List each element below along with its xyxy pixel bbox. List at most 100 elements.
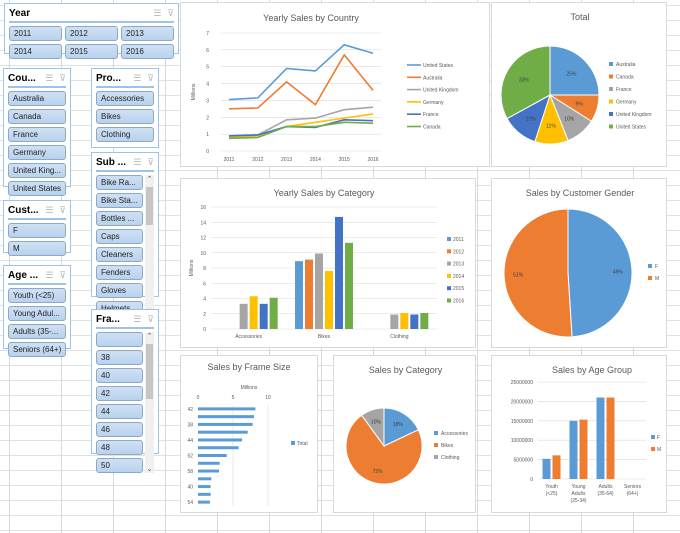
slicer-item[interactable]: Germany	[8, 145, 66, 160]
frame-items: 38 40 42 44 46 48 50	[96, 332, 143, 473]
legend-swatch	[609, 74, 613, 79]
slicer-item[interactable]: Cleaners	[96, 247, 143, 262]
legend-label: France	[616, 87, 632, 93]
data-label: 10%	[564, 116, 575, 122]
slicer-item[interactable]: United King...	[8, 163, 66, 178]
chart-total[interactable]: Total 25% Australia 9% Canada 10% France 11% Ger…	[491, 2, 667, 167]
slicer-item[interactable]: M	[8, 241, 66, 256]
legend-label: Total	[297, 441, 308, 447]
scrollbar[interactable]: ⌃ ⌄	[145, 332, 154, 473]
clear-filter-icon[interactable]: ⊽	[147, 157, 154, 168]
slicer-title: Age ...	[8, 270, 39, 281]
multi-select-icon[interactable]: ☰	[45, 73, 53, 84]
multi-select-icon[interactable]: ☰	[133, 73, 141, 84]
slicer-item[interactable]: Bike Sta...	[96, 193, 143, 208]
slicer-item[interactable]: Gloves	[96, 283, 143, 298]
legend-label: M	[657, 447, 661, 453]
slicer-item[interactable]: Bottles ...	[96, 211, 143, 226]
bar	[410, 314, 419, 329]
chart-title: Sales by Category	[369, 365, 443, 375]
bar	[420, 312, 429, 329]
slicer-item[interactable]: Seniors (64+)	[8, 342, 66, 357]
scrollbar[interactable]: ⌃ ⌄	[145, 175, 154, 316]
slicer-item[interactable]: 48	[96, 440, 143, 455]
legend-swatch	[434, 443, 438, 447]
slicer-item[interactable]: 38	[96, 350, 143, 365]
multi-select-icon[interactable]: ☰	[45, 205, 53, 216]
y-tick-label: 10	[200, 251, 206, 257]
bar	[259, 303, 268, 329]
slicer-item[interactable]: Young Adul...	[8, 306, 66, 321]
frame-slicer: Fra... ☰ ⊽ 38 40 42 44 46 48 50 ⌃ ⌄	[91, 309, 159, 473]
bar	[542, 458, 551, 479]
x-tick-label: (64+)	[627, 491, 639, 497]
scroll-up-icon[interactable]: ⌃	[147, 175, 153, 183]
slicer-item[interactable]: 50	[96, 458, 143, 473]
chart-sales-by-frame-size[interactable]: Sales by Frame Size Millions 0 5 10 42 38 44 62 5…	[180, 355, 318, 513]
multi-select-icon[interactable]: ☰	[153, 8, 161, 19]
chart-sales-by-category[interactable]: Sales by Category 18% Accessories 72% Bikes 1…	[333, 355, 476, 513]
slicer-item[interactable]: 42	[96, 386, 143, 401]
bar	[552, 455, 561, 479]
slicer-item[interactable]: Clothing	[96, 127, 154, 142]
clear-filter-icon[interactable]: ⊽	[167, 8, 174, 19]
slicer-item[interactable]: 2011	[9, 26, 62, 41]
slicer-header: Age ... ☰ ⊽	[8, 268, 66, 285]
slicer-header: Sub ... ☰ ⊽	[96, 155, 154, 172]
chart-sales-by-customer-gender[interactable]: Sales by Customer Gender 49% F 51% M	[491, 178, 667, 348]
legend-label: France	[423, 112, 439, 118]
chart-sales-by-age-group[interactable]: Sales by Age Group 0 5000000 10000000 150000…	[491, 355, 667, 513]
chart-yearly-sales-by-country[interactable]: Yearly Sales by Country Millions 0 1 2 3 4 5 6 7 2…	[180, 2, 490, 167]
scroll-thumb[interactable]	[146, 187, 153, 225]
slicer-item[interactable]: 46	[96, 422, 143, 437]
multi-select-icon[interactable]: ☰	[133, 314, 141, 325]
slicer-item[interactable]: Canada	[8, 109, 66, 124]
slicer-item[interactable]: 2014	[9, 44, 62, 59]
y-tick-label: 62	[187, 454, 193, 460]
bar	[198, 469, 219, 473]
slicer-item[interactable]: 2013	[121, 26, 174, 41]
bar	[325, 271, 333, 329]
legend-swatch	[434, 455, 438, 459]
bar	[198, 446, 239, 450]
legend-label: Canada	[616, 75, 634, 81]
scroll-thumb[interactable]	[146, 344, 153, 399]
slicer-item[interactable]: 2012	[65, 26, 118, 41]
clear-filter-icon[interactable]: ⊽	[59, 73, 66, 84]
y-tick-label: 5000000	[514, 458, 534, 464]
slicer-item[interactable]: United States	[8, 181, 66, 196]
slicer-item[interactable]: Bike Ra...	[96, 175, 143, 190]
country-slicer: Cou... ☰ ⊽ Australia Canada France German…	[3, 68, 71, 196]
y-axis-label: Millions	[189, 259, 195, 276]
clear-filter-icon[interactable]: ⊽	[147, 73, 154, 84]
slicer-item[interactable]: 2016	[121, 44, 174, 59]
scroll-down-icon[interactable]: ⌄	[147, 465, 153, 473]
slicer-item[interactable]	[96, 332, 143, 347]
y-tick-label: 2	[206, 115, 209, 121]
legend-label: United States	[616, 125, 647, 131]
slicer-item[interactable]: Bikes	[96, 109, 154, 124]
scroll-up-icon[interactable]: ⌃	[147, 332, 153, 340]
chart-yearly-sales-by-category[interactable]: Yearly Sales by Category Millions 0 2 4 6 8 10 1…	[180, 178, 476, 348]
slicer-item[interactable]: Australia	[8, 91, 66, 106]
legend-swatch	[434, 431, 438, 435]
slicer-item[interactable]: 2015	[65, 44, 118, 59]
slicer-item[interactable]: 40	[96, 368, 143, 383]
bar	[198, 407, 256, 411]
multi-select-icon[interactable]: ☰	[45, 270, 53, 281]
slicer-item[interactable]: Caps	[96, 229, 143, 244]
slicer-item[interactable]: Accessories	[96, 91, 154, 106]
legend-swatch	[651, 447, 655, 451]
multi-select-icon[interactable]: ☰	[133, 157, 141, 168]
slicer-header: Fra... ☰ ⊽	[96, 312, 154, 329]
bar	[198, 477, 212, 481]
slicer-item[interactable]: Youth (<25)	[8, 288, 66, 303]
slicer-item[interactable]: F	[8, 223, 66, 238]
clear-filter-icon[interactable]: ⊽	[59, 270, 66, 281]
slicer-item[interactable]: France	[8, 127, 66, 142]
slicer-item[interactable]: Adults (35-...	[8, 324, 66, 339]
clear-filter-icon[interactable]: ⊽	[59, 205, 66, 216]
slicer-item[interactable]: Fenders	[96, 265, 143, 280]
clear-filter-icon[interactable]: ⊽	[147, 314, 154, 325]
slicer-item[interactable]: 44	[96, 404, 143, 419]
